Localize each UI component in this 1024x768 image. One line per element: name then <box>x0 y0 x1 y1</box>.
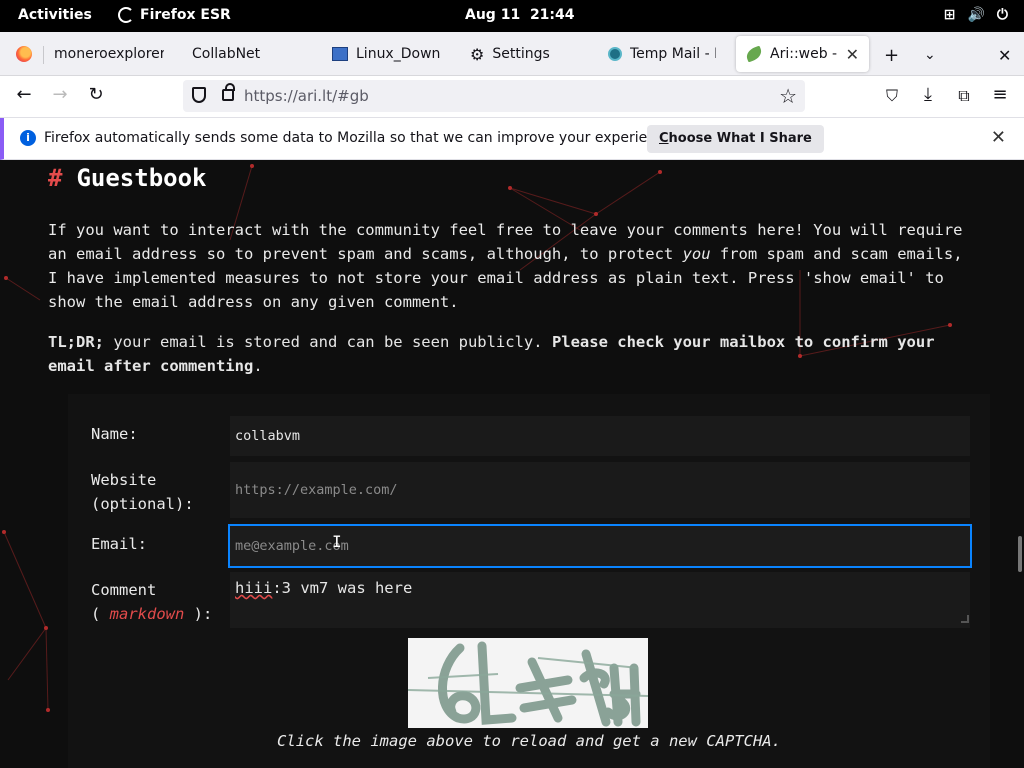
comment-textarea[interactable]: hiii:3 vm7 was here <box>230 572 970 628</box>
url-bar[interactable]: https://ari.lt/#gb ☆ <box>183 80 805 112</box>
name-input[interactable]: collabvm <box>230 416 970 456</box>
choose-what-i-share-button[interactable]: Choose What I Share <box>647 125 824 153</box>
markdown-link[interactable]: markdown <box>110 605 185 623</box>
extensions-icon[interactable]: ⧉ <box>952 86 976 106</box>
new-tab-button[interactable]: + <box>884 45 899 66</box>
power-icon: ⏻ <box>996 7 1008 23</box>
url-text[interactable]: https://ari.lt/#gb <box>244 87 369 105</box>
website-label: Website (optional): <box>91 468 194 516</box>
pocket-icon[interactable]: ⛉ <box>880 86 904 106</box>
tempmail-icon <box>608 47 622 61</box>
captcha-noise-graphic <box>408 638 648 728</box>
gear-icon: ⚙ <box>470 44 485 64</box>
web-content: # Guestbook If you want to interact with … <box>0 160 1024 768</box>
notification-message: Firefox automatically sends some data to… <box>44 130 677 146</box>
menu-hamburger-icon[interactable]: ≡ <box>988 84 1012 105</box>
tab-linux-download[interactable]: Linux_Downlo <box>322 36 450 72</box>
app-name: Firefox ESR <box>140 7 231 23</box>
captcha-hint: Click the image above to reload and get … <box>277 732 781 750</box>
tab-label: Settings <box>492 46 550 62</box>
tab-settings[interactable]: ⚙ Settings <box>460 36 590 72</box>
email-label: Email: <box>91 535 147 553</box>
button-accesskey: C <box>659 131 669 146</box>
system-top-bar: Activities Firefox ESR Aug 11 21:44 ⊞ 🔊 … <box>0 0 1024 32</box>
comment-label-close: ): <box>184 605 213 623</box>
website-input[interactable]: https://example.com/ <box>230 462 970 518</box>
system-tray[interactable]: ⊞ 🔊 ⏻ <box>944 7 1008 23</box>
website-label-line2: (optional): <box>91 495 194 513</box>
tab-label: Ari::web -> | <box>770 46 838 62</box>
comment-label-open: ( <box>91 605 110 623</box>
tldr-prefix: TL;DR; <box>48 333 104 351</box>
tab-label: moneroexplorer.c <box>54 46 164 62</box>
tab-collabnet[interactable]: CollabNet <box>182 36 317 72</box>
lock-icon[interactable] <box>222 83 235 101</box>
button-label: hoose What I Share <box>668 131 812 146</box>
captcha-image[interactable] <box>408 638 648 728</box>
tab-label: CollabNet <box>192 46 261 62</box>
firefox-icon <box>16 46 32 62</box>
name-label: Name: <box>91 425 138 443</box>
app-menu[interactable]: Firefox ESR <box>118 7 231 23</box>
intro-emphasis: you <box>682 245 711 263</box>
tab-moneroexplorer[interactable]: moneroexplorer.c <box>44 36 174 72</box>
leaf-icon <box>744 45 764 63</box>
bookmark-star-icon[interactable]: ☆ <box>779 84 797 108</box>
window-close-icon[interactable]: ✕ <box>998 46 1011 65</box>
tldr-end: . <box>253 357 263 375</box>
heading-text: Guestbook <box>76 164 207 192</box>
heading-hash: # <box>48 164 63 192</box>
list-all-tabs-chevron-icon[interactable]: ⌄ <box>924 47 936 63</box>
guestbook-form: Name: collabvm Website (optional): https… <box>68 394 990 768</box>
text-cursor-icon: I <box>332 532 342 551</box>
back-button[interactable]: ← <box>12 84 36 105</box>
volume-icon: 🔊 <box>967 7 985 23</box>
firefox-app-icon <box>118 7 134 23</box>
textarea-resize-handle[interactable] <box>961 615 969 623</box>
info-icon: i <box>20 130 36 146</box>
activities-button[interactable]: Activities <box>18 7 92 23</box>
tab-ariweb[interactable]: Ari::web -> | ✕ <box>736 36 869 72</box>
network-icon: ⊞ <box>943 7 956 23</box>
tracking-shield-icon[interactable] <box>192 87 206 103</box>
comment-label-line2: ( markdown ): <box>91 602 212 626</box>
clock-time: 21:44 <box>529 7 575 23</box>
comment-label: Comment ( markdown ): <box>91 578 212 626</box>
navigation-bar: ← → ↻ https://ari.lt/#gb ☆ ⛉ ⤓ ⧉ ≡ <box>0 76 1024 118</box>
downloads-icon[interactable]: ⤓ <box>916 84 940 105</box>
tab-label: Linux_Downlo <box>356 46 440 62</box>
reload-button[interactable]: ↻ <box>84 84 108 105</box>
tab-label: Temp Mail - D <box>630 46 716 62</box>
clock-date: Aug 11 <box>465 7 521 23</box>
page-title: # Guestbook <box>48 164 207 192</box>
misspelled-word: hiii <box>235 579 273 597</box>
website-label-line1: Website <box>91 471 157 489</box>
window-icon <box>332 47 348 61</box>
tab-temp-mail[interactable]: Temp Mail - D <box>598 36 726 72</box>
comment-text: :3 vm7 was here <box>272 579 413 597</box>
clock[interactable]: Aug 11 21:44 <box>465 7 575 23</box>
comment-label-line1: Comment <box>91 581 157 599</box>
tab-close-icon[interactable]: ✕ <box>846 45 859 64</box>
tldr-paragraph: TL;DR; your email is stored and can be s… <box>48 330 978 378</box>
tldr-text: your email is stored and can be seen pub… <box>104 333 552 351</box>
intro-paragraph: If you want to interact with the communi… <box>48 218 978 314</box>
close-notification-icon[interactable]: ✕ <box>991 127 1006 148</box>
firefox-view-button[interactable] <box>6 36 42 72</box>
tab-bar: moneroexplorer.c CollabNet Linux_Downlo … <box>0 32 1024 76</box>
data-reporting-notification: i Firefox automatically sends some data … <box>0 118 1024 160</box>
forward-button[interactable]: → <box>48 84 72 105</box>
page-scrollbar[interactable] <box>1018 536 1022 572</box>
